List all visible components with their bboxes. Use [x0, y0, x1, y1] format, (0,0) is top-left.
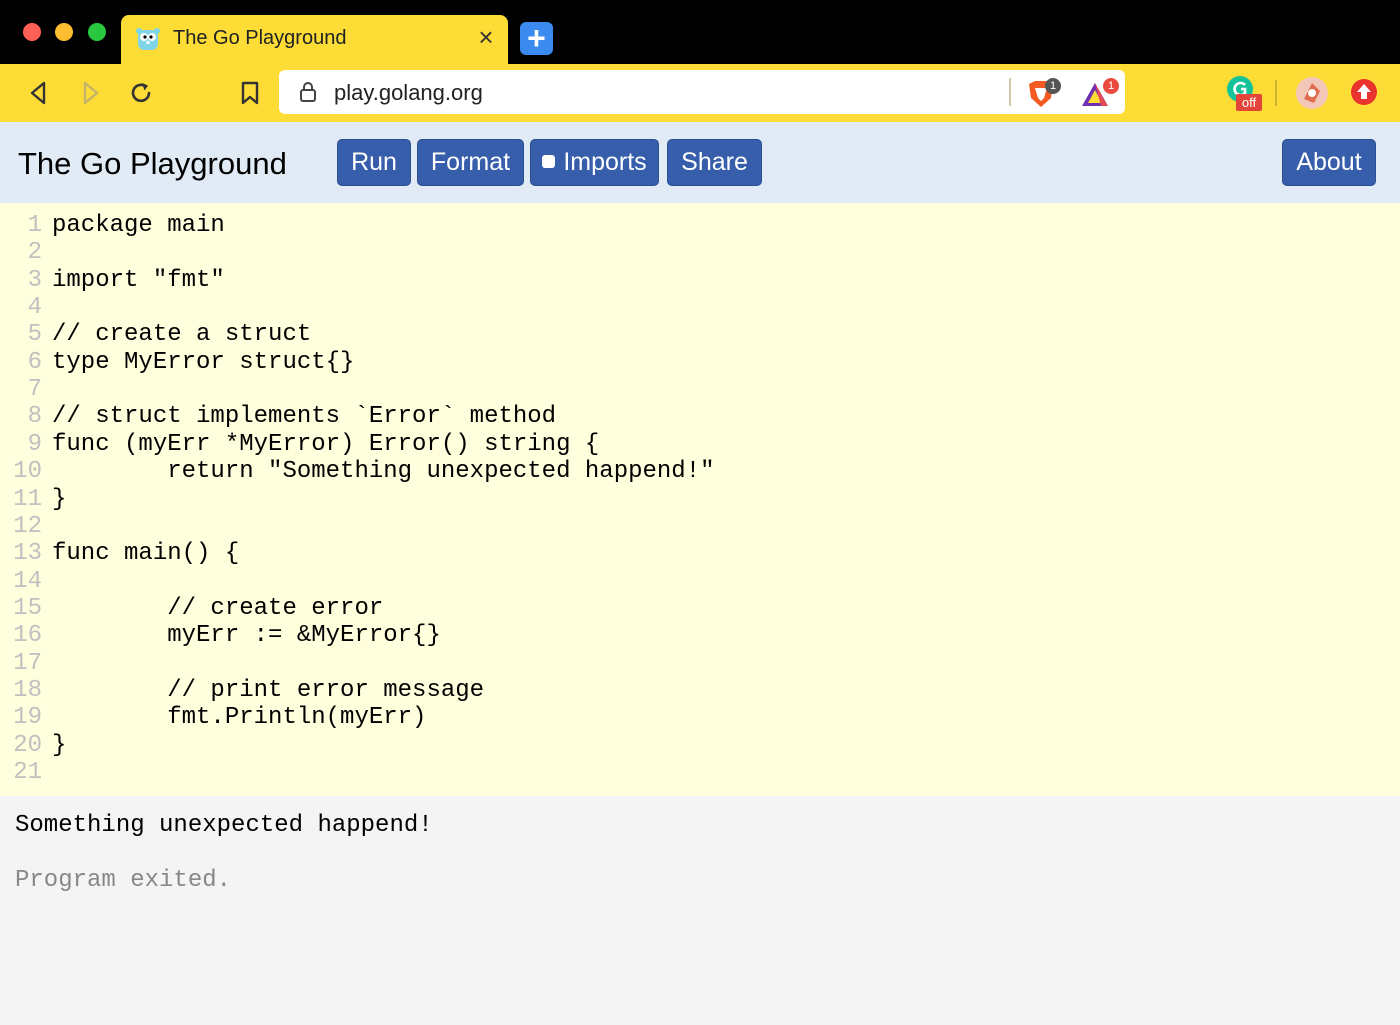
code-text[interactable]: type MyError struct{} [52, 349, 354, 376]
extensions-divider [1275, 80, 1277, 106]
forward-icon[interactable] [76, 79, 104, 107]
code-line[interactable]: 8 // struct implements `Error` method [0, 403, 557, 431]
address-bar-divider [1009, 78, 1011, 106]
code-line[interactable]: 1 package main [0, 212, 225, 239]
code-text[interactable]: // create a struct [52, 321, 311, 348]
profile-avatar-button[interactable] [1294, 75, 1330, 111]
code-line[interactable]: 20} [0, 732, 66, 759]
profile-avatar-icon [1296, 77, 1328, 109]
maximize-window-button[interactable] [88, 23, 106, 41]
line-number: 21 [13, 759, 42, 786]
browser-tab-bar: The Go Playground × + [0, 0, 1400, 64]
browser-toolbar: play.golang.org 1 1 off [0, 64, 1400, 122]
code-text[interactable]: // create error [52, 595, 383, 622]
code-text[interactable]: // struct implements `Error` method [52, 403, 556, 430]
imports-label: Imports [563, 148, 647, 176]
update-extension-button[interactable] [1347, 75, 1383, 111]
brave-shields-badge: 1 [1045, 78, 1061, 94]
line-number: 17 [13, 649, 42, 677]
code-line[interactable]: 12 [0, 513, 52, 540]
code-text[interactable]: myErr := &MyError{} [52, 622, 441, 649]
code-line[interactable]: 7 [0, 376, 52, 403]
gopher-favicon-icon [136, 28, 160, 50]
program-stdout: Something unexpected happend! [15, 812, 433, 839]
code-text[interactable]: func main() { [52, 540, 239, 567]
line-number: 19 [13, 704, 42, 732]
program-exit-message: Program exited. [15, 867, 232, 894]
imports-toggle[interactable]: Imports [530, 139, 659, 186]
code-text[interactable]: return "Something unexpected happend!" [52, 458, 714, 485]
close-window-button[interactable] [23, 23, 41, 41]
grammarly-extension-button[interactable]: off [1226, 75, 1262, 111]
code-line[interactable]: 15 // create error [0, 595, 383, 622]
line-number: 15 [13, 594, 42, 622]
code-line[interactable]: 11} [0, 486, 66, 513]
code-text[interactable]: func (myErr *MyError) Error() string { [52, 431, 599, 458]
line-number: 3 [27, 266, 42, 294]
code-line[interactable]: 14 [0, 568, 52, 595]
line-number: 5 [27, 321, 42, 349]
line-number: 1 [27, 212, 42, 239]
code-text[interactable]: import "fmt" [52, 267, 225, 294]
line-number: 18 [13, 676, 42, 704]
code-line[interactable]: 19 fmt.Println(myErr) [0, 704, 426, 731]
code-line[interactable]: 4 [0, 294, 52, 321]
code-line[interactable]: 18 // print error message [0, 677, 484, 704]
line-number: 14 [13, 567, 42, 595]
address-bar[interactable]: play.golang.org 1 1 [279, 70, 1125, 114]
code-line[interactable]: 2 [0, 239, 52, 266]
code-line[interactable]: 21 [0, 759, 52, 786]
code-line[interactable]: 5 // create a struct [0, 321, 312, 349]
line-number: 12 [13, 512, 42, 540]
line-number: 11 [13, 485, 42, 513]
page-title: The Go Playground [18, 146, 287, 181]
url-text[interactable]: play.golang.org [334, 80, 483, 106]
line-number: 7 [27, 376, 42, 404]
brave-rewards-button[interactable]: 1 [1079, 78, 1119, 110]
run-button[interactable]: Run [337, 139, 411, 186]
grammarly-off-badge: off [1236, 94, 1262, 111]
tab-close-icon[interactable]: × [474, 24, 498, 50]
code-text[interactable]: // print error message [52, 677, 484, 704]
imports-checkbox[interactable] [542, 155, 556, 169]
playground-header: The Go Playground Run Format Imports Sha… [0, 122, 1400, 203]
code-line[interactable]: 17 [0, 650, 52, 677]
code-text[interactable]: } [52, 732, 66, 759]
brave-rewards-badge: 1 [1103, 78, 1119, 94]
minimize-window-button[interactable] [55, 23, 73, 41]
reload-icon[interactable] [127, 79, 155, 107]
format-button[interactable]: Format [417, 139, 524, 186]
code-line[interactable]: 3 import "fmt" [0, 267, 225, 294]
code-line[interactable]: 6 type MyError struct{} [0, 348, 355, 376]
tab-title: The Go Playground [173, 27, 347, 49]
share-button[interactable]: Share [667, 139, 762, 186]
line-number: 10 [13, 458, 42, 486]
code-line[interactable]: 13 func main() { [0, 540, 239, 567]
code-text[interactable]: fmt.Println(myErr) [52, 704, 426, 731]
arrow-up-circle-icon [1351, 79, 1377, 105]
line-number: 16 [13, 622, 42, 650]
code-editor[interactable]: 1 package main 2 3 import "fmt" 4 5 // create a… [0, 203, 1400, 796]
brave-shields-button[interactable]: 1 [1025, 78, 1061, 110]
browser-tab-active[interactable]: The Go Playground × [121, 15, 508, 64]
new-tab-button[interactable]: + [520, 22, 553, 55]
output-panel: Something unexpected happend! Program ex… [0, 796, 1400, 1025]
code-text[interactable]: package main [52, 212, 225, 239]
code-line[interactable]: 9 func (myErr *MyError) Error() string { [0, 430, 600, 458]
lock-icon [300, 82, 316, 102]
about-button[interactable]: About [1282, 139, 1376, 186]
line-number: 2 [27, 239, 42, 267]
line-number: 8 [27, 403, 42, 431]
line-number: 13 [13, 540, 42, 568]
code-line[interactable]: 10 return "Something unexpected happend!… [0, 458, 714, 486]
bookmark-icon[interactable] [236, 79, 264, 107]
line-number: 9 [27, 430, 42, 458]
line-number: 4 [27, 294, 42, 322]
code-line[interactable]: 16 myErr := &MyError{} [0, 622, 441, 649]
line-number: 6 [27, 348, 42, 376]
code-text[interactable]: } [52, 486, 66, 513]
line-number: 20 [13, 731, 42, 759]
back-icon[interactable] [25, 79, 53, 107]
